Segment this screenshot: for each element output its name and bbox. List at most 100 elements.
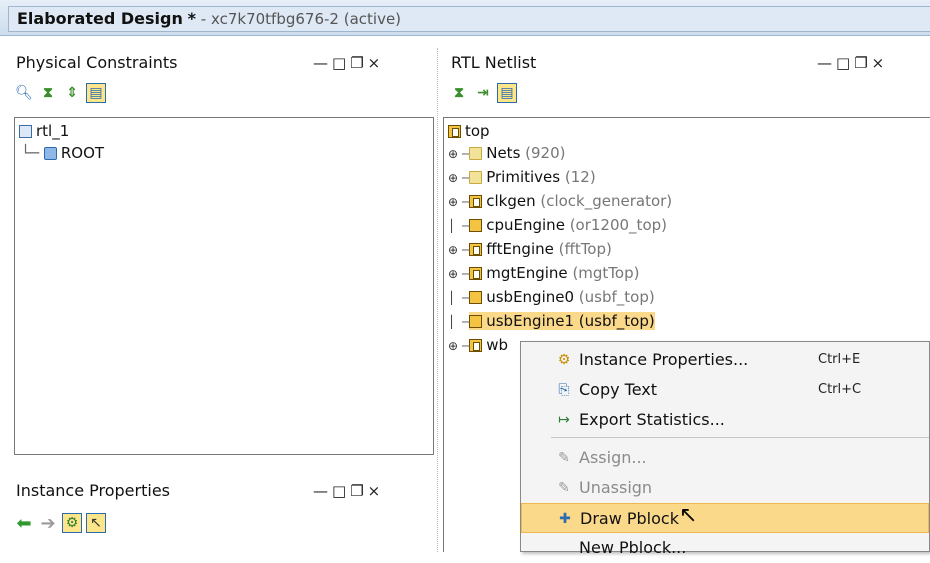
assign-icon: ✎	[558, 450, 570, 466]
expand-icon[interactable]: ⇥	[473, 83, 493, 103]
netlist-row-clkgen[interactable]: ⊕ ─ clkgen (clock_generator)	[448, 190, 672, 212]
netlist-item-label: clkgen (clock_generator)	[469, 192, 672, 210]
float-button[interactable]: ❐	[350, 482, 367, 500]
netlist-item-detail: (usbf_top)	[574, 288, 655, 306]
menu-item-label: Export Statistics...	[579, 410, 725, 429]
export-icon: ↦	[558, 412, 570, 428]
rtl-netlist-toolbar: ⧗ ⇥ ▤	[443, 78, 930, 108]
netlist-item-detail: (920)	[520, 144, 566, 162]
back-arrow-icon[interactable]: ⬅	[14, 513, 34, 534]
netlist-item-name: usbEngine0	[486, 288, 575, 306]
menu-item-export-statistics[interactable]: ↦ Export Statistics...	[521, 405, 929, 435]
netlist-item-name: clkgen	[486, 192, 536, 210]
menu-item-draw-pblock[interactable]: ✚ Draw Pblock	[521, 503, 929, 533]
expand-all-icon[interactable]: ⇕	[62, 83, 82, 103]
tree-item-root[interactable]: └─ ROOT	[21, 142, 104, 164]
draw-pblock-icon: ✚	[559, 511, 571, 527]
minimize-button[interactable]: —	[313, 54, 332, 72]
minimize-button[interactable]: —	[817, 54, 836, 72]
maximize-button[interactable]: □	[332, 54, 350, 72]
vertical-splitter[interactable]	[437, 48, 439, 552]
tree-connector: └─	[21, 144, 40, 162]
netlist-item-name: usbEngine1 (usbf_top)	[486, 312, 655, 330]
menu-item-label: Unassign	[579, 478, 653, 497]
search-icon[interactable]: 🔍︎	[14, 83, 34, 103]
maximize-button[interactable]: □	[836, 54, 854, 72]
netlist-row-wb[interactable]: ⊕ ─ wb	[448, 334, 508, 356]
expand-toggle-icon[interactable]: ⊕	[448, 191, 462, 213]
netlist-row-mgtengine[interactable]: ⊕ ─ mgtEngine (mgtTop)	[448, 262, 639, 284]
netlist-item-name: cpuEngine	[486, 216, 565, 234]
menu-item-shortcut: Ctrl+E	[818, 352, 861, 367]
constraint-set-icon	[19, 125, 32, 138]
netlist-item-label: fftEngine (fftTop)	[469, 240, 612, 258]
maximize-button[interactable]: □	[332, 482, 350, 500]
mouse-cursor-icon: ↖	[679, 503, 698, 528]
auto-select-icon[interactable]: ▤	[86, 83, 106, 103]
netlist-item-detail: (mgtTop)	[567, 264, 640, 282]
physical-constraints-toolbar: 🔍︎ ⧗ ⇕ ▤	[8, 78, 434, 108]
pblock-icon	[43, 147, 57, 160]
hierarchical-cell-icon	[469, 339, 483, 352]
netlist-item-name: wb	[486, 336, 509, 354]
close-button[interactable]: ×	[368, 54, 385, 72]
netlist-row-nets[interactable]: ⊕ ─ Nets (920)	[448, 142, 566, 164]
netlist-row-cpuengine[interactable]: │ ─ cpuEngine (or1200_top)	[448, 214, 667, 236]
settings-icon[interactable]: ⚙	[62, 513, 82, 533]
netlist-item-detail: (fftTop)	[553, 240, 612, 258]
netlist-item-label: wb	[469, 336, 508, 354]
menu-item-label: Assign...	[579, 448, 647, 467]
instance-properties-panel: Instance Properties —□❐× ⬅ ➔ ⚙ ↖	[8, 476, 434, 552]
netlist-item-label: mgtEngine (mgtTop)	[469, 264, 639, 282]
netlist-row-fftengine[interactable]: ⊕ ─ fftEngine (fftTop)	[448, 238, 612, 260]
select-icon[interactable]: ↖	[86, 513, 106, 533]
netlist-item-name: Nets	[486, 144, 521, 162]
menu-item-label: Instance Properties...	[579, 350, 749, 369]
collapse-all-icon[interactable]: ⧗	[449, 83, 469, 103]
physical-constraints-window-controls: —□❐×	[313, 48, 384, 78]
close-button[interactable]: ×	[368, 482, 385, 500]
tree-item-rtl-1[interactable]: rtl_1	[19, 120, 69, 142]
menu-item-copy-text[interactable]: ⎘ Copy Text Ctrl+C	[521, 375, 929, 405]
unassign-icon: ✎	[558, 480, 570, 496]
close-button[interactable]: ×	[872, 54, 889, 72]
menu-item-assign[interactable]: ✎ Assign...	[521, 443, 929, 473]
title-tab[interactable]: Elaborated Design * - xc7k70tfbg676-2 (a…	[8, 6, 930, 32]
expand-toggle-icon[interactable]: ⊕	[448, 263, 462, 285]
expand-toggle-icon[interactable]: ⊕	[448, 143, 462, 165]
netlist-item-name: fftEngine	[486, 240, 554, 258]
physical-constraints-tree: rtl_1 └─ ROOT	[14, 117, 434, 455]
instance-properties-window-controls: —□❐×	[313, 476, 384, 506]
device-name: - xc7k70tfbg676-2	[200, 10, 339, 28]
float-button[interactable]: ❐	[854, 54, 871, 72]
collapse-all-icon[interactable]: ⧗	[38, 83, 58, 103]
float-button[interactable]: ❐	[350, 54, 367, 72]
menu-item-new-pblock[interactable]: New Pblock...	[521, 533, 929, 563]
minimize-button[interactable]: —	[313, 482, 332, 500]
rtl-netlist-window-controls: —□❐×	[817, 48, 888, 78]
cell-icon	[469, 291, 483, 304]
copy-icon: ⎘	[558, 382, 570, 398]
netlist-item-detail: (or1200_top)	[564, 216, 667, 234]
auto-select-icon[interactable]: ▤	[497, 83, 517, 103]
expand-toggle-icon[interactable]: ⊕	[448, 239, 462, 261]
cell-icon	[469, 219, 483, 232]
netlist-row-primitives[interactable]: ⊕ ─ Primitives (12)	[448, 166, 596, 188]
folder-icon	[469, 147, 483, 160]
netlist-row-usbengine1[interactable]: │ ─ usbEngine1 (usbf_top)	[448, 310, 655, 332]
forward-arrow-icon[interactable]: ➔	[38, 513, 58, 534]
menu-item-unassign[interactable]: ✎ Unassign	[521, 473, 929, 503]
netlist-row-usbengine0[interactable]: │ ─ usbEngine0 (usbf_top)	[448, 286, 655, 308]
folder-icon	[469, 171, 483, 184]
menu-item-instance-properties[interactable]: ⚙ Instance Properties... Ctrl+E	[521, 345, 929, 375]
tree-connector: │	[448, 315, 456, 329]
expand-toggle-icon[interactable]: ⊕	[448, 167, 462, 189]
netlist-item-label: cpuEngine (or1200_top)	[469, 216, 667, 234]
expand-toggle-icon[interactable]: ⊕	[448, 335, 462, 357]
top-module-icon	[448, 125, 461, 138]
netlist-item-name: Primitives	[486, 168, 561, 186]
tree-item-top[interactable]: top	[448, 120, 490, 142]
properties-icon: ⚙	[557, 352, 571, 368]
netlist-item-label: Primitives (12)	[469, 168, 596, 186]
menu-item-label: Draw Pblock	[580, 509, 679, 528]
